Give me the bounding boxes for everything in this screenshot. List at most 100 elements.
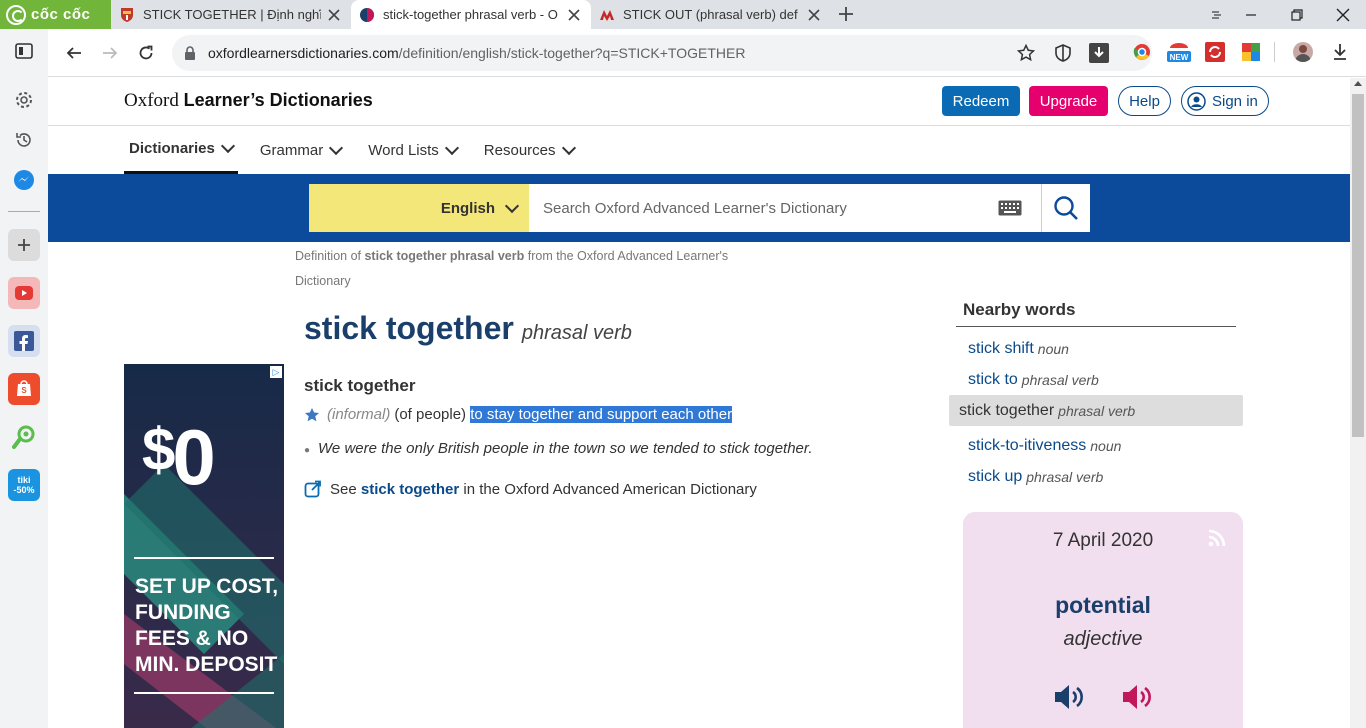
- speaker-american-icon[interactable]: [1120, 680, 1154, 714]
- sidebar-youtube-button[interactable]: [8, 277, 40, 309]
- nav-resources[interactable]: Resources: [479, 126, 579, 174]
- nearby-word: stick together: [959, 401, 1055, 419]
- close-window-button[interactable]: [1320, 0, 1366, 29]
- downloads-icon[interactable]: [1330, 42, 1350, 62]
- scrollbar-thumb[interactable]: [1352, 94, 1364, 437]
- new-extension-icon[interactable]: NEW: [1166, 40, 1192, 64]
- chevron-down-icon: [329, 140, 344, 155]
- tab-stick-together-oxford[interactable]: stick-together phrasal verb - O: [351, 0, 591, 29]
- nearby-word: stick up: [968, 467, 1023, 485]
- tiki-label: tiki: [17, 475, 31, 485]
- speaker-british-icon[interactable]: [1052, 680, 1086, 714]
- browser-tab-strip: cốc cốc STICK TOGETHER | Định nghĩa stic…: [0, 0, 1366, 29]
- breadcrumb-prefix: Definition of: [295, 249, 365, 263]
- coccoc-menu-button[interactable]: cốc cốc: [0, 0, 111, 29]
- sidebar-settings-button[interactable]: [8, 84, 40, 116]
- add-icon: [18, 239, 30, 251]
- tab-stick-out-macmillan[interactable]: STICK OUT (phrasal verb) def: [591, 0, 831, 29]
- reload-button[interactable]: [134, 41, 158, 65]
- tiki-discount: -50%: [13, 485, 35, 495]
- scroll-up-arrow-icon[interactable]: [1354, 81, 1362, 86]
- nearby-word: stick shift: [968, 339, 1034, 357]
- advertisement-banner[interactable]: ▷ $0 SET UP COST, FUNDING FEES & NO MIN.…: [124, 364, 284, 728]
- download-page-icon[interactable]: [1089, 43, 1109, 63]
- coccoc-logo-icon: [6, 4, 26, 25]
- profile-avatar[interactable]: [1293, 42, 1313, 62]
- definition-text[interactable]: to stay together and support each other: [470, 406, 733, 423]
- see-also-prefix: See: [330, 480, 361, 498]
- nearby-words-title: Nearby words: [956, 296, 1236, 327]
- ad-headline: $0: [142, 412, 216, 503]
- nearby-word: stick-to-itiveness: [968, 436, 1087, 454]
- example-text: We were the only British people in the t…: [318, 440, 813, 457]
- minimize-button[interactable]: [1228, 0, 1274, 29]
- rss-icon[interactable]: [1207, 528, 1227, 548]
- see-also-link[interactable]: stick together: [361, 481, 459, 498]
- close-icon[interactable]: [565, 6, 583, 24]
- definition-line: (informal) (of people) to stay together …: [304, 406, 733, 423]
- sidebar-shopee-button[interactable]: S: [8, 373, 40, 405]
- url-host: oxfordlearnersdictionaries.com: [208, 45, 399, 61]
- adchoices-icon[interactable]: ▷: [270, 366, 282, 378]
- search-input[interactable]: [529, 184, 1041, 232]
- sidebar-add-button[interactable]: [8, 229, 40, 261]
- nearby-word-current[interactable]: stick together phrasal verb: [949, 395, 1243, 426]
- keyboard-icon[interactable]: [998, 200, 1022, 216]
- sidebar-history-button[interactable]: [8, 124, 40, 156]
- sign-in-button[interactable]: Sign in: [1181, 86, 1269, 116]
- word-of-the-day-card[interactable]: 7 April 2020 potential adjective: [963, 512, 1243, 728]
- sidebar-tiki-button[interactable]: tiki -50%: [8, 469, 40, 501]
- help-button[interactable]: Help: [1118, 86, 1171, 116]
- search-language-label: English: [440, 199, 495, 217]
- nav-dictionaries[interactable]: Dictionaries: [124, 126, 238, 174]
- oxford-logo[interactable]: Oxford Learner’s Dictionaries: [124, 90, 373, 112]
- color-grid-extension-icon[interactable]: [1241, 42, 1261, 62]
- nav-word-lists[interactable]: Word Lists: [363, 126, 462, 174]
- nav-label: Resources: [483, 141, 556, 159]
- lock-icon[interactable]: [184, 46, 196, 60]
- nearby-words-panel: Nearby words stick shift noun stick to phr…: [949, 296, 1250, 492]
- ad-copy: SET UP COST, FUNDING FEES & NO MIN. DEPO…: [135, 575, 279, 676]
- back-button[interactable]: [62, 41, 86, 65]
- grammar-label: (of people): [394, 406, 467, 423]
- tab-stick-together-vn[interactable]: STICK TOGETHER | Định nghĩa: [111, 0, 351, 29]
- nearby-word-pos: noun: [1090, 437, 1122, 454]
- url-text[interactable]: oxfordlearnersdictionaries.com/definitio…: [208, 45, 745, 61]
- url-path: /definition/english/stick-together?q=STI…: [398, 45, 746, 61]
- oxford-3000-star-icon[interactable]: [304, 407, 320, 423]
- forward-button[interactable]: [98, 41, 122, 65]
- wotd-pos: adjective: [1063, 628, 1143, 650]
- sidebar-facebook-button[interactable]: [8, 325, 40, 357]
- breadcrumb: Definition of stick together phrasal ver…: [295, 244, 785, 294]
- external-link-icon: [304, 480, 321, 498]
- nearby-word-link[interactable]: stick up phrasal verb: [956, 461, 1250, 492]
- close-icon[interactable]: [805, 6, 823, 24]
- sidebar-toggle-button[interactable]: [8, 35, 40, 67]
- address-bar[interactable]: oxfordlearnersdictionaries.com/definitio…: [172, 35, 1152, 71]
- nav-grammar[interactable]: Grammar: [255, 126, 346, 174]
- bookmark-star-icon[interactable]: [1017, 44, 1035, 62]
- maximize-button[interactable]: [1274, 0, 1320, 29]
- new-tab-plus-icon[interactable]: [836, 4, 856, 24]
- nearby-word-link[interactable]: stick to phrasal verb: [956, 364, 1250, 395]
- sidebar-messenger-button[interactable]: [8, 164, 40, 196]
- close-icon[interactable]: [325, 6, 343, 24]
- wotd-word[interactable]: potential: [963, 592, 1243, 619]
- search-button[interactable]: [1041, 184, 1090, 232]
- chevron-down-icon: [504, 198, 520, 213]
- sync-extension-icon[interactable]: [1205, 42, 1225, 62]
- reload-icon: [139, 45, 153, 60]
- shield-icon[interactable]: [1054, 44, 1072, 62]
- redeem-button[interactable]: Redeem: [942, 86, 1020, 116]
- ad-rule: [134, 557, 274, 559]
- chrome-extension-icon[interactable]: [1132, 42, 1152, 62]
- nearby-word-link[interactable]: stick shift noun: [956, 333, 1250, 364]
- dictionary-language-select[interactable]: English: [309, 184, 529, 232]
- sidebar-dictionary-button[interactable]: [8, 421, 40, 453]
- nearby-word-link[interactable]: stick-to-itiveness noun: [956, 430, 1250, 461]
- coccoc-dictionary-icon: [12, 425, 35, 449]
- upgrade-button[interactable]: Upgrade: [1029, 86, 1108, 116]
- page-scrollbar[interactable]: [1350, 78, 1366, 728]
- search-icon: [1054, 196, 1078, 220]
- arrow-right-icon: [103, 47, 118, 59]
